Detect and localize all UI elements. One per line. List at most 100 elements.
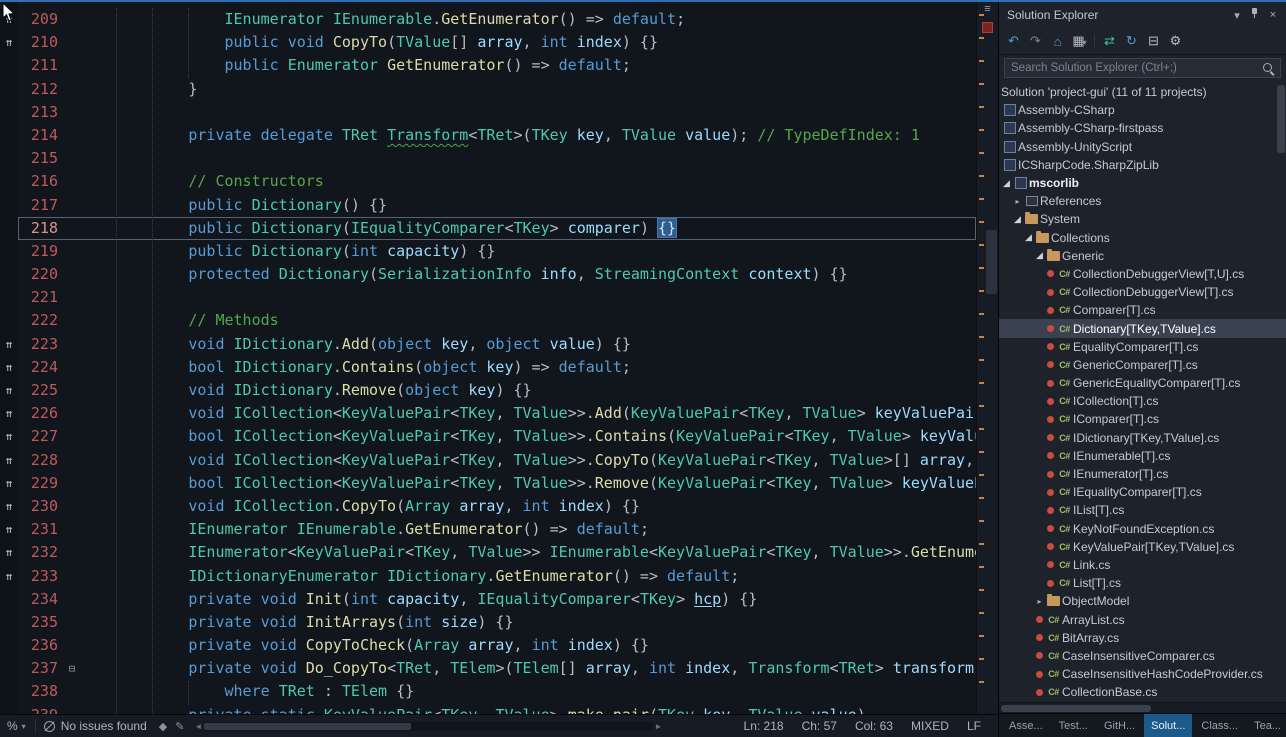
implements-glyph-icon[interactable]: ⇈ <box>0 518 18 541</box>
code-text[interactable]: // Methods <box>80 309 976 332</box>
collapse-arrow-icon[interactable]: ◢ <box>1023 232 1034 243</box>
search-icon[interactable] <box>1262 62 1275 75</box>
code-line[interactable]: 213 <box>0 101 976 124</box>
code-text[interactable]: public Dictionary() {} <box>80 194 976 217</box>
line-number[interactable]: 210 <box>18 31 64 54</box>
code-text[interactable]: public Dictionary(int capacity) {} <box>80 240 976 263</box>
code-line[interactable]: 215 <box>0 147 976 170</box>
code-text[interactable]: public Enumerator GetEnumerator() => def… <box>80 54 976 77</box>
properties-icon[interactable]: ⚙ <box>1165 33 1186 49</box>
tree-item[interactable]: C#KeyNotFoundException.cs <box>999 520 1286 538</box>
glyph-margin[interactable] <box>0 704 18 714</box>
code-line[interactable]: ⇈226 void ICollection<KeyValuePair<TKey,… <box>0 402 976 425</box>
line-number[interactable]: 209 <box>18 8 64 31</box>
home-icon[interactable]: ⌂ <box>1047 34 1068 49</box>
glyph-margin[interactable] <box>0 588 18 611</box>
tree-item[interactable]: C#BitArray.cs <box>999 629 1286 647</box>
tree-item[interactable]: ICSharpCode.SharpZipLib <box>999 156 1286 174</box>
code-text[interactable]: void ICollection<KeyValuePair<TKey, TVal… <box>80 449 976 472</box>
scroll-left-icon[interactable]: ◄ <box>194 722 202 731</box>
tree-item[interactable]: C#GenericComparer[T].cs <box>999 356 1286 374</box>
line-number[interactable]: 235 <box>18 611 64 634</box>
tree-item[interactable]: C#CaseInsensitiveComparer.cs <box>999 647 1286 665</box>
code-text[interactable]: IEnumerator<KeyValuePair<TKey, TValue>> … <box>80 541 976 564</box>
line-number[interactable]: 226 <box>18 402 64 425</box>
hscroll-track[interactable] <box>204 722 652 731</box>
tree-item[interactable]: ◢System <box>999 210 1286 228</box>
implements-glyph-icon[interactable]: ⇈ <box>0 31 18 54</box>
line-number[interactable]: 221 <box>18 286 64 309</box>
line-number[interactable]: 229 <box>18 472 64 495</box>
tree-item[interactable]: C#IEnumerable[T].cs <box>999 447 1286 465</box>
code-text[interactable]: private static KeyValuePair<TKey, TValue… <box>80 704 976 714</box>
tool-window-tab[interactable]: Test... <box>1052 714 1095 737</box>
expand-arrow-icon[interactable]: ▸ <box>1034 597 1045 606</box>
implements-glyph-icon[interactable]: ⇈ <box>0 402 18 425</box>
search-input[interactable] <box>1005 62 1262 74</box>
code-text[interactable]: private void CopyToCheck(Array array, in… <box>80 634 976 657</box>
code-line[interactable]: ⇈233 IDictionaryEnumerator IDictionary.G… <box>0 565 976 588</box>
line-number[interactable]: 223 <box>18 333 64 356</box>
char-indicator[interactable]: Ch: 57 <box>793 719 846 733</box>
encoding-indicator[interactable]: MIXED <box>902 719 958 733</box>
line-number[interactable]: 222 <box>18 309 64 332</box>
tool-window-tab[interactable]: GitH... <box>1097 714 1142 737</box>
code-line[interactable]: 237⊟ private void Do_CopyTo<TRet, TElem>… <box>0 657 976 680</box>
editor-horizontal-scrollbar[interactable]: ◄ ► <box>194 720 662 732</box>
editor-vertical-scrollbar[interactable]: ≡ <box>976 0 998 714</box>
tree-item[interactable]: C#IEnumerator[T].cs <box>999 465 1286 483</box>
implements-glyph-icon[interactable]: ⇈ <box>0 541 18 564</box>
code-line[interactable]: 236 private void CopyToCheck(Array array… <box>0 634 976 657</box>
line-number[interactable]: 212 <box>18 78 64 101</box>
line-number[interactable]: 218 <box>18 217 64 240</box>
panel-title-bar[interactable]: Solution Explorer ▾ × <box>999 2 1286 28</box>
tool-window-tab[interactable]: Asse... <box>1002 714 1050 737</box>
code-text[interactable]: void IDictionary.Remove(object key) {} <box>80 379 976 402</box>
glyph-margin[interactable] <box>0 194 18 217</box>
tree-horizontal-scrollbar[interactable] <box>999 702 1286 713</box>
column-indicator[interactable]: Col: 63 <box>846 719 902 733</box>
line-number[interactable]: 215 <box>18 147 64 170</box>
code-editor[interactable]: ⇈209 IEnumerator IEnumerable.GetEnumerat… <box>0 0 998 714</box>
code-line[interactable]: ⇈227 bool ICollection<KeyValuePair<TKey,… <box>0 425 976 448</box>
issues-status[interactable]: No issues found <box>56 719 155 733</box>
code-text[interactable]: // Constructors <box>80 170 976 193</box>
tree-item[interactable]: ▸ObjectModel <box>999 592 1286 610</box>
code-text[interactable]: void ICollection<KeyValuePair<TKey, TVal… <box>80 402 976 425</box>
code-text[interactable]: IEnumerator IEnumerable.GetEnumerator() … <box>80 518 976 541</box>
code-line[interactable]: 218 public Dictionary(IEqualityComparer<… <box>0 217 976 240</box>
tool-window-tab[interactable]: Tea... <box>1247 714 1286 737</box>
code-text[interactable]: private void InitArrays(int size) {} <box>80 611 976 634</box>
code-line[interactable]: 239 private static KeyValuePair<TKey, TV… <box>0 704 976 714</box>
glyph-margin[interactable] <box>0 54 18 77</box>
implements-glyph-icon[interactable]: ⇈ <box>0 425 18 448</box>
glyph-margin[interactable] <box>0 611 18 634</box>
tree-item[interactable]: C#CaseInsensitiveHashCodeProvider.cs <box>999 665 1286 683</box>
line-number[interactable]: 213 <box>18 101 64 124</box>
code-text[interactable]: bool ICollection<KeyValuePair<TKey, TVal… <box>80 425 976 448</box>
expand-arrow-icon[interactable]: ▸ <box>1012 197 1023 206</box>
collapse-arrow-icon[interactable]: ◢ <box>1034 250 1045 261</box>
line-number[interactable]: 225 <box>18 379 64 402</box>
code-line[interactable]: 234 private void Init(int capacity, IEqu… <box>0 588 976 611</box>
line-number[interactable]: 233 <box>18 565 64 588</box>
line-number[interactable]: 232 <box>18 541 64 564</box>
glyph-margin[interactable] <box>0 680 18 703</box>
code-line[interactable]: ⇈228 void ICollection<KeyValuePair<TKey,… <box>0 449 976 472</box>
code-text[interactable]: public void CopyTo(TValue[] array, int i… <box>80 31 976 54</box>
glyph-margin[interactable] <box>0 309 18 332</box>
code-line[interactable]: ⇈231 IEnumerator IEnumerable.GetEnumerat… <box>0 518 976 541</box>
line-number[interactable]: 236 <box>18 634 64 657</box>
close-icon[interactable]: × <box>1264 9 1282 21</box>
line-number[interactable]: 214 <box>18 124 64 147</box>
code-text[interactable]: protected Dictionary(SerializationInfo i… <box>80 263 976 286</box>
tree-item[interactable]: C#Comparer[T].cs <box>999 301 1286 319</box>
line-number[interactable]: 211 <box>18 54 64 77</box>
code-line[interactable]: ⇈223 void IDictionary.Add(object key, ob… <box>0 333 976 356</box>
tree-item[interactable]: Assembly-CSharp-firstpass <box>999 119 1286 137</box>
implements-glyph-icon[interactable]: ⇈ <box>0 495 18 518</box>
code-line[interactable]: 235 private void InitArrays(int size) {} <box>0 611 976 634</box>
tree-item[interactable]: ◢Collections <box>999 229 1286 247</box>
tree-item[interactable]: C#IComparer[T].cs <box>999 410 1286 428</box>
code-text[interactable]: void IDictionary.Add(object key, object … <box>80 333 976 356</box>
